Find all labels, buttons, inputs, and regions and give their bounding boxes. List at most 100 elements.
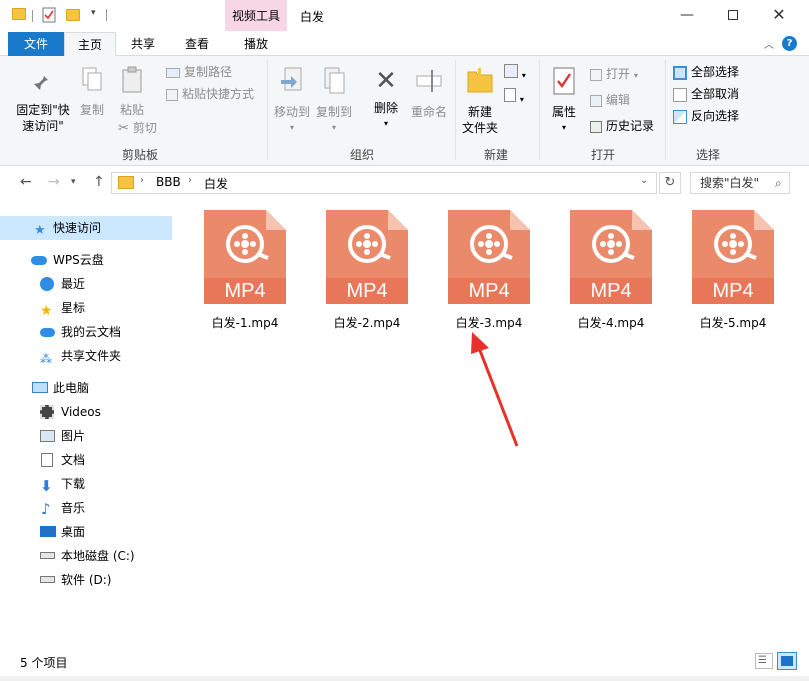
folder-icon	[12, 8, 26, 20]
copy-path-button[interactable]: 复制路径	[166, 62, 232, 82]
tab-play[interactable]: 播放	[228, 32, 284, 56]
help-icon[interactable]: ?	[782, 36, 797, 51]
file-item[interactable]: MP4 白发-3.mp4	[441, 208, 537, 330]
properties-icon[interactable]	[42, 7, 56, 23]
easy-access-button[interactable]: ▾	[504, 88, 524, 105]
sidebar-item-label: 本地磁盘 (C:)	[61, 549, 135, 563]
sidebar-item-my-cloud-docs[interactable]: 我的云文档	[0, 320, 172, 344]
file-name: 白发-1.mp4	[211, 316, 279, 330]
sidebar-item-starred[interactable]: ★ 星标	[0, 296, 172, 320]
rename-label: 重命名	[410, 105, 447, 119]
easy-access-icon	[504, 88, 516, 102]
scissors-icon: ✂	[118, 120, 129, 136]
copy-button[interactable]: 复制	[76, 66, 108, 118]
video-folder-icon	[40, 405, 54, 419]
new-item-button[interactable]: ▾	[504, 64, 526, 81]
sidebar-item-this-pc[interactable]: 此电脑	[0, 376, 172, 400]
cut-button[interactable]: ✂ 剪切	[118, 118, 157, 138]
sidebar-item-videos[interactable]: Videos	[0, 400, 172, 424]
rename-button[interactable]: 重命名	[408, 66, 450, 120]
sidebar-item-music[interactable]: ♪ 音乐	[0, 496, 172, 520]
copy-path-icon	[166, 67, 180, 78]
maximize-button[interactable]	[710, 0, 756, 30]
paste-shortcut-button[interactable]: 粘贴快捷方式	[166, 84, 254, 104]
download-icon: ⬇	[40, 477, 53, 495]
delete-button[interactable]: ✕ 删除 ▾	[366, 66, 406, 132]
file-item[interactable]: MP4 白发-4.mp4	[563, 208, 659, 330]
file-item[interactable]: MP4 白发-1.mp4	[197, 208, 293, 330]
sidebar-item-recent[interactable]: 最近	[0, 272, 172, 296]
sidebar-item-label: 音乐	[61, 501, 86, 515]
breadcrumb-item[interactable]: BBB	[156, 175, 181, 189]
large-icons-view-icon	[781, 656, 793, 666]
file-item[interactable]: MP4 白发-2.mp4	[319, 208, 415, 330]
new-folder-button[interactable]: 新建 文件夹	[460, 66, 500, 136]
search-input[interactable]: 搜索"白发" ⌕	[690, 172, 790, 194]
sidebar-item-documents[interactable]: 文档	[0, 448, 172, 472]
document-folder-icon	[41, 453, 53, 467]
sidebar-item-desktop[interactable]: 桌面	[0, 520, 172, 544]
sidebar-item-label: Videos	[61, 405, 101, 419]
select-none-button[interactable]: 全部取消	[673, 84, 739, 104]
sidebar-item-label: 共享文件夹	[61, 349, 122, 363]
customize-chevron-icon[interactable]: ▾	[91, 8, 96, 18]
back-arrow-icon: ←	[20, 174, 32, 190]
history-button[interactable]: 历史记录	[590, 116, 654, 136]
sidebar-item-wps-cloud[interactable]: WPS云盘	[0, 248, 172, 272]
breadcrumb-item[interactable]: 白发	[204, 175, 228, 192]
tab-home[interactable]: 主页	[64, 32, 116, 57]
cloud-doc-icon	[40, 328, 55, 337]
sidebar-item-label: 最近	[61, 277, 86, 291]
breadcrumb-separator-icon: ›	[188, 175, 192, 186]
refresh-button[interactable]: ↻	[659, 172, 681, 194]
up-button[interactable]: ↑	[93, 174, 105, 190]
details-view-button[interactable]: ☰	[755, 653, 773, 669]
sidebar-item-drive-d[interactable]: 软件 (D:)	[0, 568, 172, 592]
delete-label: 删除	[373, 101, 398, 115]
ribbon-home: 固定到"快 速访问" 复制 粘贴 复制路径 粘贴快捷方式 ✂ 剪切 剪贴板 移动到…	[0, 56, 809, 166]
back-button[interactable]: ←	[20, 174, 32, 190]
file-name: 白发-5.mp4	[699, 316, 767, 330]
paste-shortcut-icon	[166, 88, 178, 101]
file-item[interactable]: MP4 白发-5.mp4	[685, 208, 781, 330]
title-bar: ▾ 视频工具 白发 — ✕	[0, 0, 809, 32]
sidebar-item-pictures[interactable]: 图片	[0, 424, 172, 448]
sidebar-item-shared-folders[interactable]: ⁂ 共享文件夹	[0, 344, 172, 368]
group-label-new: 新建	[483, 148, 508, 162]
copy-to-button[interactable]: 复制到 ▾	[314, 66, 354, 136]
pin-quick-access-button[interactable]: 固定到"快 速访问"	[10, 70, 76, 134]
tab-share[interactable]: 共享	[118, 32, 168, 56]
paste-button[interactable]: 粘贴	[114, 66, 150, 118]
minimize-button[interactable]: —	[664, 0, 710, 30]
pin-icon	[34, 72, 48, 90]
move-to-button[interactable]: 移动到 ▾	[272, 66, 312, 136]
select-all-button[interactable]: 全部选择	[673, 62, 739, 82]
edit-button[interactable]: 编辑	[590, 90, 630, 110]
vertical-scrollbar[interactable]	[798, 200, 809, 648]
file-name: 白发-2.mp4	[333, 316, 401, 330]
close-button[interactable]: ✕	[756, 0, 802, 30]
sidebar-item-drive-c[interactable]: 本地磁盘 (C:)	[0, 544, 172, 568]
recent-locations-button[interactable]: ▾	[71, 177, 76, 187]
sidebar-item-quick-access[interactable]: ★ 快速访问	[0, 216, 172, 240]
tab-view[interactable]: 查看	[172, 32, 222, 56]
sidebar-item-downloads[interactable]: ⬇ 下载	[0, 472, 172, 496]
open-button[interactable]: 打开 ▾	[590, 64, 638, 84]
large-icons-view-button[interactable]	[777, 652, 797, 670]
new-item-dropdown-icon: ▾	[521, 71, 526, 80]
file-name: 白发-4.mp4	[577, 316, 645, 330]
forward-button[interactable]: →	[48, 174, 60, 190]
copy-path-label: 复制路径	[184, 65, 233, 79]
cloud-icon	[31, 256, 47, 265]
properties-button[interactable]: 属性 ▾	[544, 66, 584, 136]
collapse-ribbon-icon[interactable]: ︿	[764, 36, 774, 51]
address-dropdown-icon[interactable]: ⌄	[640, 175, 648, 186]
window-title: 白发	[300, 10, 325, 24]
address-bar[interactable]: › BBB › 白发 ⌄	[111, 172, 657, 194]
cut-label: 剪切	[132, 121, 157, 135]
context-tab-video-tools: 视频工具	[225, 0, 287, 31]
invert-selection-button[interactable]: 反向选择	[673, 106, 739, 126]
new-folder-icon[interactable]	[66, 9, 80, 21]
tab-file[interactable]: 文件	[8, 32, 64, 56]
forward-arrow-icon: →	[48, 174, 60, 190]
